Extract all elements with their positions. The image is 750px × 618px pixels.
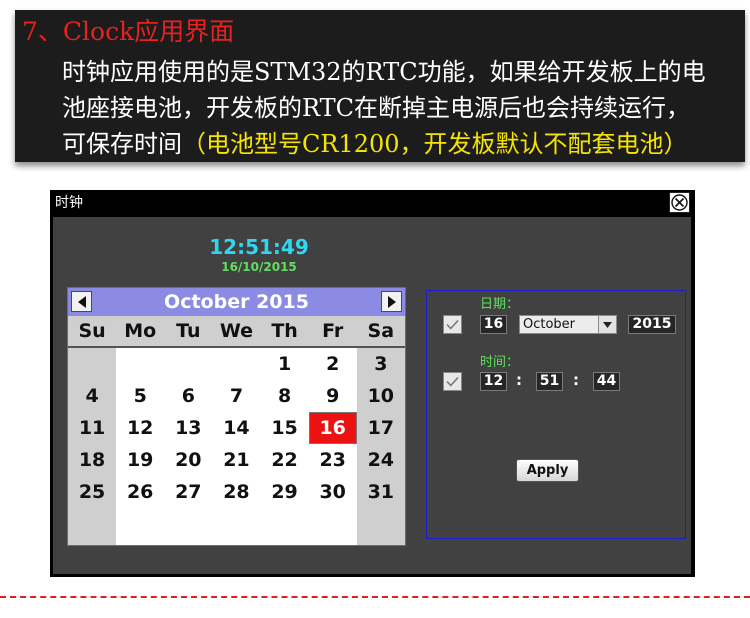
calendar-day[interactable]: 25 [68,476,116,508]
weekday-header-row: Su Mo Tu We Th Fr Sa [68,316,405,348]
weekday-label: Sa [367,320,395,342]
left-triangle-icon [77,295,86,308]
weekday-label: Fr [322,320,344,342]
calendar-day[interactable]: 18 [68,444,116,476]
banner-line-2: 池座接电池，开发板的RTC在断掉主电源后也会持续运行， [62,94,691,122]
calendar-day[interactable]: 6 [164,380,212,412]
prev-month-button[interactable] [71,291,92,312]
current-time: 12:51:49 [209,235,309,259]
apply-button[interactable]: Apply [516,459,579,482]
day-field[interactable]: 16 [480,315,507,334]
time-separator: : [516,371,522,389]
calendar-day[interactable]: 10 [357,380,405,412]
calendar-empty-cell [68,348,116,380]
hour-field[interactable]: 12 [480,372,507,391]
calendar-day[interactable]: 17 [357,412,405,444]
month-select[interactable]: October [519,315,617,334]
calendar-day[interactable]: 23 [309,444,357,476]
weekday-label: Th [271,320,298,342]
calendar-day[interactable]: 20 [164,444,212,476]
time-enable-checkbox[interactable] [443,372,462,391]
weekday-label: Su [78,320,106,342]
calendar-day[interactable]: 26 [116,476,164,508]
calendar-day[interactable]: 22 [261,444,309,476]
calendar-day[interactable]: 28 [212,476,260,508]
calendar: October 2015 Su Mo Tu We Th Fr Sa 1 2 3 … [67,287,406,546]
second-field[interactable]: 44 [593,372,620,391]
calendar-empty-cell [116,348,164,380]
calendar-empty-cell [164,348,212,380]
calendar-day[interactable]: 7 [212,380,260,412]
dropdown-button[interactable] [598,316,616,333]
date-label: 日期： [480,297,520,312]
calendar-day[interactable]: 19 [116,444,164,476]
calendar-day[interactable]: 12 [116,412,164,444]
calendar-day[interactable]: 5 [116,380,164,412]
dashed-divider [0,596,750,598]
calendar-day[interactable]: 15 [261,412,309,444]
minute-field[interactable]: 51 [536,372,563,391]
checkmark-icon [446,319,459,330]
calendar-day[interactable]: 2 [309,348,357,380]
close-x-icon [671,194,688,211]
calendar-day[interactable]: 14 [212,412,260,444]
time-label: 时间： [480,355,520,370]
checkmark-icon [446,376,459,387]
calendar-day[interactable]: 29 [261,476,309,508]
calendar-day[interactable]: 13 [164,412,212,444]
calendar-header: October 2015 [68,288,405,316]
right-triangle-icon [387,295,396,308]
month-select-value: October [523,317,576,332]
info-banner: 7、Clock应用界面 时钟应用使用的是STM32的RTC功能，如果给开发板上的… [15,10,745,162]
calendar-day[interactable]: 21 [212,444,260,476]
calendar-day[interactable]: 8 [261,380,309,412]
calendar-month-label: October 2015 [164,291,309,313]
weekday-label: We [219,320,254,342]
window-title: 时钟 [55,195,83,211]
clock-window: 时钟 12:51:49 16/10/2015 October 2015 Su M… [50,190,695,577]
calendar-day[interactable]: 27 [164,476,212,508]
banner-line-1: 时钟应用使用的是STM32的RTC功能，如果给开发板上的电 [62,58,706,86]
next-month-button[interactable] [381,291,402,312]
window-titlebar[interactable]: 时钟 [50,190,695,217]
datetime-settings-panel: 日期： 16 October 2015 时间： 12 : 51 : 44 App… [426,290,686,539]
calendar-day[interactable]: 24 [357,444,405,476]
calendar-day[interactable]: 4 [68,380,116,412]
calendar-day[interactable]: 9 [309,380,357,412]
calendar-day-grid: 1 2 3 4 5 6 7 8 9 10 11 12 13 14 15 16 1… [68,348,405,508]
battery-note: （电池型号CR1200，开发板默认不配套电池） [182,130,688,158]
chevron-down-icon [603,321,612,328]
calendar-day-selected[interactable]: 16 [308,412,357,444]
banner-line-3: 可保存时间（电池型号CR1200，开发板默认不配套电池） [62,126,688,162]
calendar-day[interactable]: 31 [357,476,405,508]
date-enable-checkbox[interactable] [443,315,462,334]
banner-title: 7、Clock应用界面 [22,17,235,46]
weekday-label: Tu [176,320,201,342]
calendar-empty-cell [212,348,260,380]
calendar-day[interactable]: 11 [68,412,116,444]
banner-line-3-text: 可保存时间 [62,130,182,158]
window-client-area: 12:51:49 16/10/2015 October 2015 Su Mo T… [53,217,691,574]
year-field[interactable]: 2015 [628,315,676,334]
calendar-day[interactable]: 3 [357,348,405,380]
close-button[interactable] [669,192,690,213]
calendar-day[interactable]: 1 [261,348,309,380]
current-date: 16/10/2015 [221,260,297,274]
calendar-day[interactable]: 30 [309,476,357,508]
time-separator: : [573,371,579,389]
weekday-label: Mo [124,320,157,342]
